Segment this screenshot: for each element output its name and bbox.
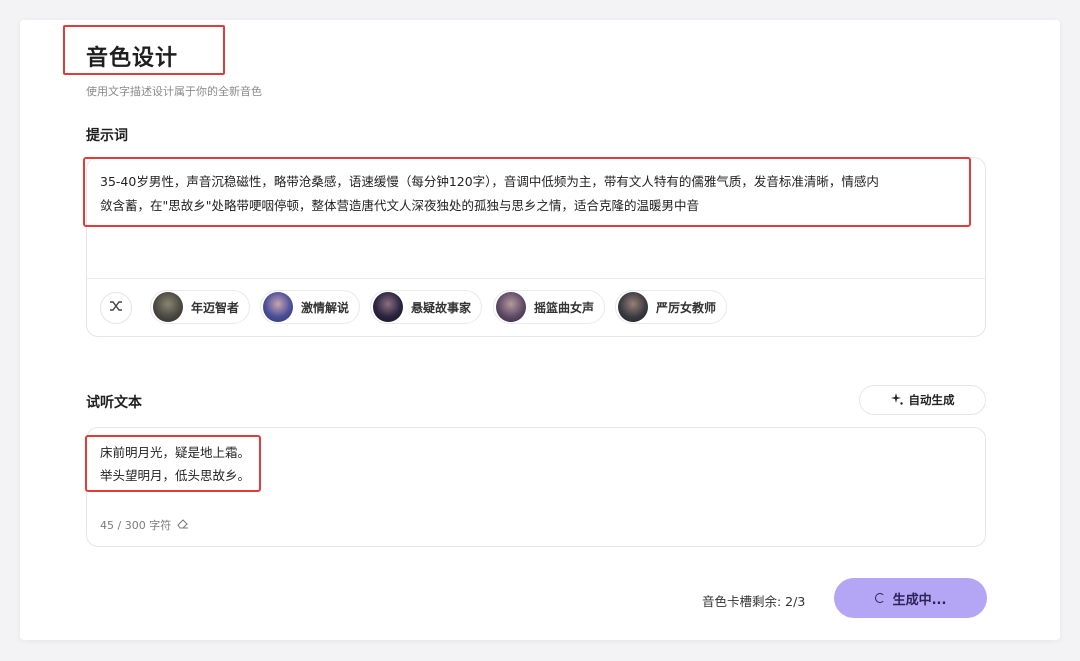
avatar [153, 292, 183, 322]
title-highlight-box [63, 25, 225, 75]
preset-chip-suspense-storyteller[interactable]: 悬疑故事家 [370, 290, 483, 324]
character-count-text: 45 / 300 字符 [100, 519, 172, 532]
preset-chip-strict-teacher[interactable]: 严厉女教师 [615, 290, 728, 324]
preset-chip-elderly-sage[interactable]: 年迈智者 [150, 290, 251, 324]
avatar [618, 292, 648, 322]
shuffle-icon [109, 300, 123, 316]
voice-slots-remaining: 音色卡槽剩余: 2/3 [702, 594, 806, 609]
generate-button-label: 生成中... [892, 592, 947, 608]
avatar [263, 292, 293, 322]
preset-chip-label: 激情解说 [301, 300, 350, 315]
auto-generate-button[interactable]: 自动生成 [859, 385, 986, 415]
auto-generate-label: 自动生成 [908, 393, 955, 407]
preset-chip-label: 严厉女教师 [656, 300, 717, 315]
loading-spinner-icon [874, 593, 885, 603]
avatar [496, 292, 526, 322]
preset-chip-label: 摇篮曲女声 [534, 300, 595, 315]
preset-chip-lullaby-female[interactable]: 摇篮曲女声 [493, 290, 606, 324]
shuffle-button[interactable] [100, 292, 132, 324]
generate-button[interactable]: 生成中... [834, 578, 987, 618]
character-count: 45 / 300 字符 [100, 517, 189, 533]
preset-chip-label: 悬疑故事家 [411, 300, 472, 315]
sample-text-label: 试听文本 [86, 395, 142, 411]
avatar [373, 292, 403, 322]
page-subtitle: 使用文字描述设计属于你的全新音色 [86, 85, 262, 98]
eraser-icon[interactable] [177, 518, 189, 532]
prompt-highlight-box [83, 157, 971, 227]
preset-chip-label: 年迈智者 [191, 300, 240, 315]
prompt-label: 提示词 [86, 128, 128, 144]
sparkle-icon [890, 392, 903, 408]
prompt-divider [87, 278, 985, 279]
sample-highlight-box [85, 435, 261, 492]
preset-chip-passionate-commentary[interactable]: 激情解说 [260, 290, 361, 324]
